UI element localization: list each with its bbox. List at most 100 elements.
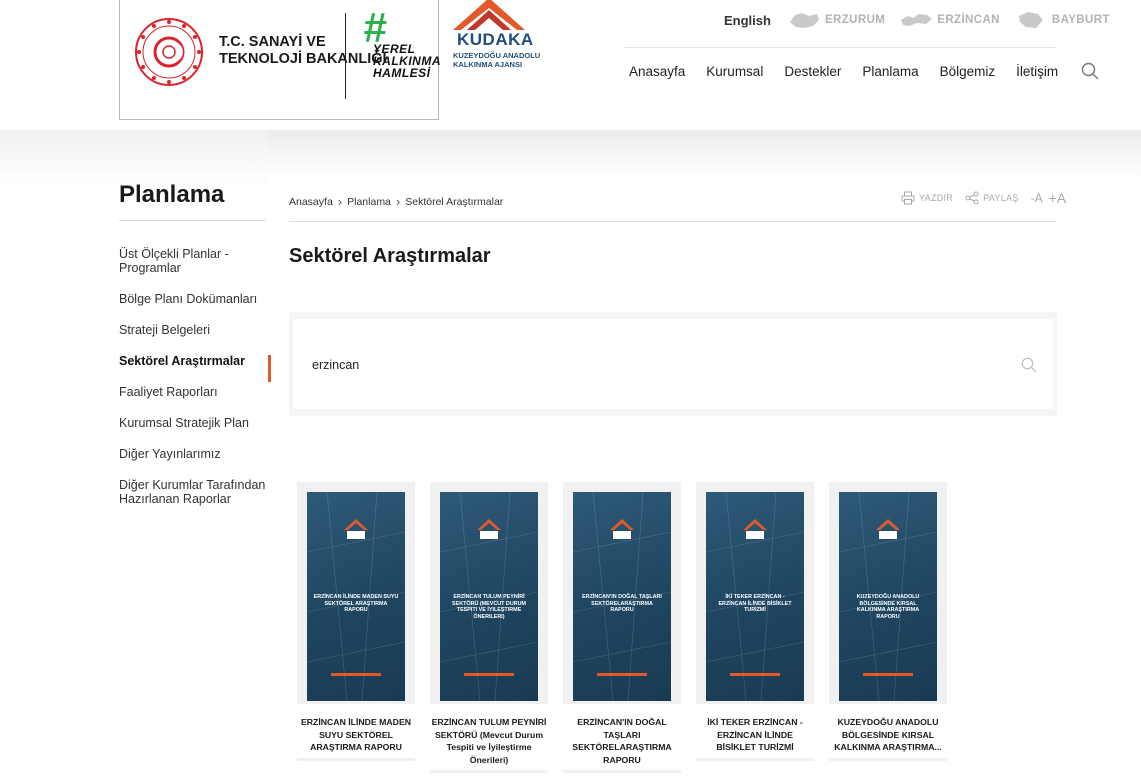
print-label: YAZDIR bbox=[919, 193, 954, 203]
report-card[interactable]: ERZİNCAN'IN DOĞAL TAŞLARI SEKTÖRELARAŞTI… bbox=[563, 482, 681, 773]
erzincan-map-icon bbox=[901, 14, 933, 26]
report-cover-title: ERZİNCAN'IN DOĞAL TAŞLARI SEKTÖRELARAŞTI… bbox=[582, 594, 662, 614]
nav-planning[interactable]: Planlama bbox=[862, 64, 918, 79]
share-label: PAYLAŞ bbox=[983, 193, 1019, 203]
cover-accent-bar bbox=[464, 673, 514, 676]
erzurum-map-icon bbox=[789, 13, 819, 28]
logo-divider bbox=[345, 13, 346, 99]
report-cover-frame: ERZİNCAN TULUM PEYNİRİ SEKTÖRÜ (Mevcut D… bbox=[430, 482, 548, 704]
report-card[interactable]: KUZEYDOĞU ANADOLU BÖLGESİNDE KIRSAL KALK… bbox=[829, 482, 947, 773]
ministry-line-1: T.C. SANAYİ VE bbox=[219, 34, 326, 50]
report-title[interactable]: İKİ TEKER ERZİNCAN - ERZİNCAN İLİNDE BİS… bbox=[696, 716, 814, 754]
sidebar-item-sektorel-arastirmalar[interactable]: Sektörel Araştırmalar bbox=[119, 354, 269, 368]
sidebar-item-diger-yayinlar[interactable]: Diğer Yayınlarımız bbox=[119, 447, 269, 461]
agency-sub-line-2: KALKINMA AJANSI bbox=[453, 60, 523, 69]
kudaka-mini-logo-icon bbox=[743, 519, 767, 539]
search-icon[interactable] bbox=[1081, 62, 1099, 80]
cover-accent-bar bbox=[597, 673, 647, 676]
ministry-logo-box[interactable]: T.C. SANAYİ VE TEKNOLOJİ BAKANLIĞI # YER… bbox=[119, 0, 441, 120]
sidebar-item-kurumsal-stratejik-plan[interactable]: Kurumsal Stratejik Plan bbox=[119, 416, 269, 430]
share-icon bbox=[965, 191, 979, 205]
nav-region[interactable]: Bölgemiz bbox=[940, 64, 996, 79]
breadcrumb-current: Sektörel Araştırmalar bbox=[405, 195, 504, 208]
chevron-right-icon: › bbox=[337, 194, 343, 209]
ministry-line-2: TEKNOLOJİ BAKANLIĞI bbox=[219, 51, 387, 67]
language-link[interactable]: English bbox=[724, 13, 771, 28]
breadcrumb-divider bbox=[289, 221, 1056, 222]
breadcrumb-home[interactable]: Anasayfa bbox=[289, 196, 333, 208]
report-card[interactable]: İKİ TEKER ERZİNCAN - ERZİNCAN İLİNDE BİS… bbox=[696, 482, 814, 773]
bayburt-map-icon bbox=[1018, 12, 1043, 28]
breadcrumb-planning[interactable]: Planlama bbox=[347, 196, 391, 208]
agency-logo[interactable]: KUDAKA KUZEYDOĞU ANADOLU KALKINMA AJANSI bbox=[443, 0, 540, 88]
sidebar-item-bolge-plani[interactable]: Bölge Planı Dokümanları bbox=[119, 292, 269, 306]
card-bottom-strip bbox=[297, 757, 415, 761]
report-card[interactable]: ERZİNCAN TULUM PEYNİRİ SEKTÖRÜ (Mevcut D… bbox=[430, 482, 548, 773]
page-title: Sektörel Araştırmalar bbox=[289, 245, 491, 267]
nav-home[interactable]: Anasayfa bbox=[629, 64, 685, 79]
report-title[interactable]: ERZİNCAN İLİNDE MADEN SUYU SEKTÖREL ARAŞ… bbox=[297, 716, 415, 754]
cover-accent-bar bbox=[863, 673, 913, 676]
report-title[interactable]: ERZİNCAN TULUM PEYNİRİ SEKTÖRÜ (Mevcut D… bbox=[430, 716, 548, 766]
report-title[interactable]: ERZİNCAN'IN DOĞAL TAŞLARI SEKTÖRELARAŞTI… bbox=[563, 716, 681, 766]
font-decrease-button[interactable]: -A bbox=[1031, 191, 1043, 205]
print-button[interactable]: YAZDIR bbox=[901, 191, 953, 205]
kudaka-mini-logo-icon bbox=[344, 519, 368, 539]
report-cover-title: KUZEYDOĞU ANADOLU BÖLGESİNDE KIRSAL KALK… bbox=[856, 594, 920, 620]
cover-accent-bar bbox=[331, 673, 381, 676]
page-tools: YAZDIR PAYLAŞ -A +A bbox=[901, 190, 1066, 206]
search-icon[interactable] bbox=[1021, 357, 1037, 373]
sidebar-item-faaliyet-raporlari[interactable]: Faaliyet Raporları bbox=[119, 385, 269, 399]
sidebar-item-strateji-belgeleri[interactable]: Strateji Belgeleri bbox=[119, 323, 269, 337]
agency-name: KUDAKA bbox=[457, 30, 534, 49]
report-cover-frame: KUZEYDOĞU ANADOLU BÖLGESİNDE KIRSAL KALK… bbox=[829, 482, 947, 704]
ministry-name: T.C. SANAYİ VE TEKNOLOJİ BAKANLIĞI bbox=[219, 34, 387, 68]
sidebar-divider bbox=[119, 220, 266, 221]
nav-supports[interactable]: Destekler bbox=[784, 64, 841, 79]
region-bayburt[interactable]: BAYBURT bbox=[1014, 10, 1110, 30]
report-cover-frame: ERZİNCAN İLİNDE MADEN SUYU SEKTÖREL ARAŞ… bbox=[297, 482, 415, 704]
report-cover-title: İKİ TEKER ERZİNCAN - ERZİNCAN İLİNDE BİS… bbox=[718, 594, 792, 614]
main-navigation: Anasayfa Kurumsal Destekler Planlama Böl… bbox=[629, 62, 1099, 80]
active-item-indicator bbox=[268, 355, 271, 382]
slogan-line-3: HAMLESİ bbox=[373, 66, 431, 80]
region-label: ERZİNCAN bbox=[937, 14, 1000, 26]
report-cover: ERZİNCAN TULUM PEYNİRİ SEKTÖRÜ (Mevcut D… bbox=[440, 492, 538, 701]
card-bottom-strip bbox=[696, 757, 814, 761]
report-cover-frame: ERZİNCAN'IN DOĞAL TAŞLARI SEKTÖRELARAŞTI… bbox=[563, 482, 681, 704]
cover-accent-bar bbox=[730, 673, 780, 676]
nav-contact[interactable]: İletişim bbox=[1016, 64, 1058, 79]
ministry-seal-icon bbox=[135, 18, 203, 86]
report-list: ERZİNCAN İLİNDE MADEN SUYU SEKTÖREL ARAŞ… bbox=[297, 482, 962, 773]
card-bottom-strip bbox=[829, 757, 947, 761]
report-title[interactable]: KUZEYDOĞU ANADOLU BÖLGESİNDE KIRSAL KALK… bbox=[829, 716, 947, 754]
report-cover-frame: İKİ TEKER ERZİNCAN - ERZİNCAN İLİNDE BİS… bbox=[696, 482, 814, 704]
report-card[interactable]: ERZİNCAN İLİNDE MADEN SUYU SEKTÖREL ARAŞ… bbox=[297, 482, 415, 773]
search-box bbox=[293, 319, 1053, 409]
card-bottom-strip bbox=[430, 770, 548, 773]
report-cover: ERZİNCAN İLİNDE MADEN SUYU SEKTÖREL ARAŞ… bbox=[307, 492, 405, 701]
region-erzincan[interactable]: ERZİNCAN bbox=[899, 10, 1000, 30]
search-panel bbox=[289, 312, 1057, 416]
kudaka-mini-logo-icon bbox=[477, 519, 501, 539]
sidebar-item-diger-kurumlar[interactable]: Diğer Kurumlar Tarafından Hazırlanan Rap… bbox=[119, 478, 269, 506]
sidebar-menu: Üst Ölçekli Planlar - Programlar Bölge P… bbox=[119, 247, 269, 523]
printer-icon bbox=[901, 191, 915, 205]
sidebar-title: Planlama bbox=[119, 181, 225, 208]
report-cover-title: ERZİNCAN TULUM PEYNİRİ SEKTÖRÜ (Mevcut D… bbox=[452, 594, 526, 620]
region-erzurum[interactable]: ERZURUM bbox=[787, 10, 885, 30]
agency-sub-line-1: KUZEYDOĞU ANADOLU bbox=[453, 51, 541, 60]
search-input[interactable] bbox=[312, 356, 912, 374]
header-divider bbox=[625, 47, 1055, 48]
kudaka-mini-logo-icon bbox=[876, 519, 900, 539]
nav-corporate[interactable]: Kurumsal bbox=[706, 64, 763, 79]
sidebar-item-ust-olcekli-planlar[interactable]: Üst Ölçekli Planlar - Programlar bbox=[119, 247, 269, 275]
slogan: YEREL KALKINMA HAMLESİ bbox=[373, 43, 441, 79]
chevron-right-icon: › bbox=[395, 194, 401, 209]
kudaka-mini-logo-icon bbox=[610, 519, 634, 539]
font-increase-button[interactable]: +A bbox=[1049, 190, 1067, 206]
report-cover: KUZEYDOĞU ANADOLU BÖLGESİNDE KIRSAL KALK… bbox=[839, 492, 937, 701]
breadcrumb: Anasayfa › Planlama › Sektörel Araştırma… bbox=[289, 194, 503, 209]
card-bottom-strip bbox=[563, 770, 681, 773]
share-button[interactable]: PAYLAŞ bbox=[965, 191, 1018, 205]
